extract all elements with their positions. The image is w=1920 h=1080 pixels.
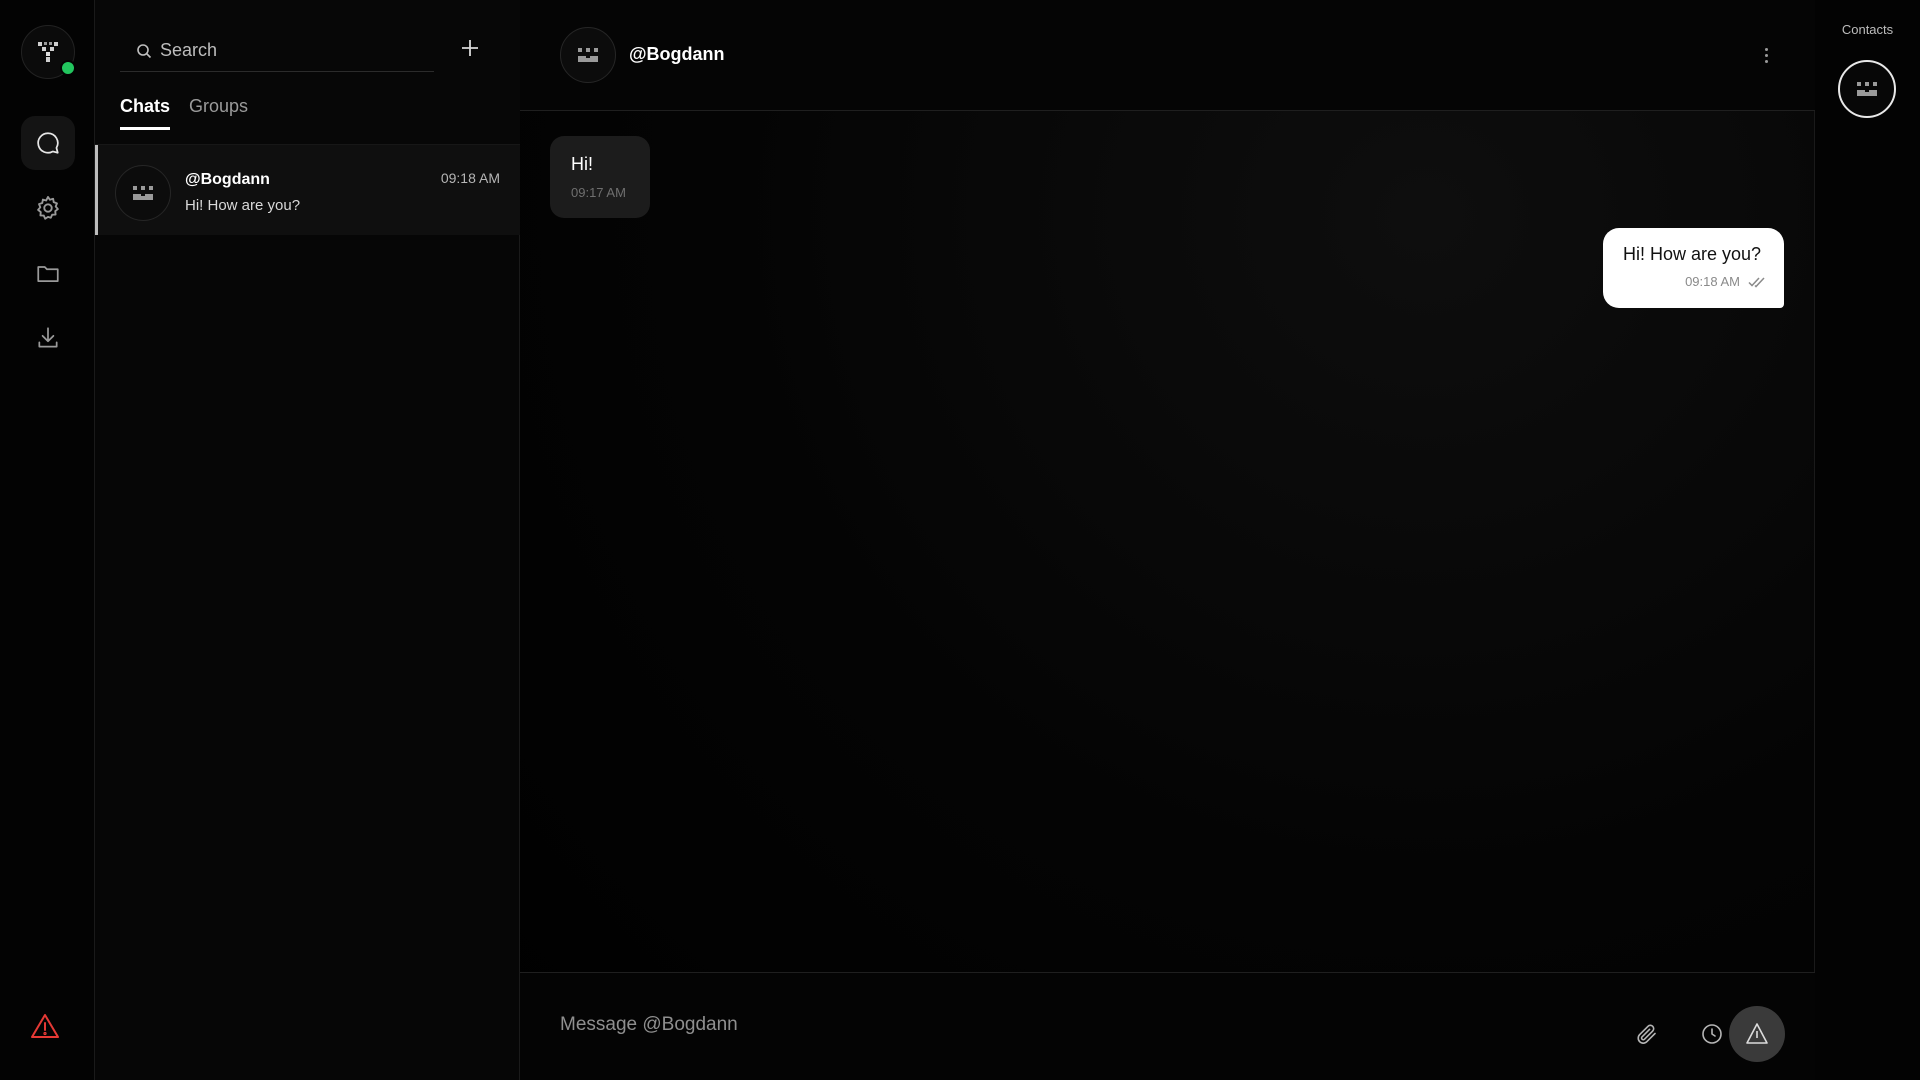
- plus-icon: [462, 40, 478, 56]
- tab-chats[interactable]: Chats: [120, 96, 171, 130]
- clock-icon: [1702, 1024, 1722, 1044]
- outgoing-message[interactable]: Hi! How are you? 09:18 AM: [1603, 228, 1784, 308]
- message-text: Hi! How are you?: [1623, 244, 1762, 264]
- chat-time: 09:18 AM: [440, 170, 500, 186]
- send-button[interactable]: [1729, 1006, 1785, 1062]
- tab-groups[interactable]: Groups: [189, 96, 248, 117]
- download-icon: [38, 327, 58, 348]
- pixel-avatar-icon: [133, 186, 153, 200]
- incoming-message[interactable]: Hi! 09:17 AM: [550, 136, 650, 218]
- double-check-icon: [1748, 276, 1765, 288]
- rail-chats-button[interactable]: [21, 116, 75, 170]
- conversation-avatar[interactable]: [560, 27, 616, 83]
- warning-icon: [31, 1014, 59, 1038]
- folder-icon: [37, 266, 59, 282]
- conversation-panel: @Bogdann Hi! 09:17 AM Hi! How are you? 0…: [520, 0, 1815, 1080]
- kebab-dot-icon: [1764, 59, 1768, 63]
- message-time: 09:18 AM: [1685, 274, 1740, 289]
- pixel-avatar-icon: [578, 48, 598, 62]
- rail-files-button[interactable]: [21, 246, 75, 300]
- conversation-title: @Bogdann: [629, 44, 725, 64]
- kebab-dot-icon: [1764, 47, 1768, 51]
- app-logo[interactable]: [21, 25, 76, 79]
- conversation-header: @Bogdann: [520, 0, 1815, 111]
- paperclip-icon: [1637, 1024, 1656, 1044]
- new-chat-button[interactable]: [455, 33, 485, 63]
- search-input[interactable]: Search: [160, 40, 217, 61]
- chat-last-message: Hi! How are you?: [185, 197, 301, 214]
- chat-list-header: Search Chats Groups: [95, 0, 520, 145]
- online-status-indicator: [60, 60, 76, 76]
- attach-button[interactable]: [1632, 1019, 1662, 1049]
- chat-list-panel: Search Chats Groups @Bogdann Hi! How are…: [95, 0, 520, 1080]
- chat-list-item[interactable]: @Bogdann Hi! How are you? 09:18 AM: [95, 145, 520, 235]
- search-bar[interactable]: Search: [120, 30, 434, 72]
- kebab-dot-icon: [1764, 53, 1768, 57]
- rail-downloads-button[interactable]: [21, 311, 75, 365]
- message-text: Hi!: [571, 154, 593, 174]
- contacts-title: Contacts: [1841, 22, 1894, 37]
- chat-bubble-icon: [37, 132, 59, 154]
- gear-icon: [37, 195, 59, 220]
- send-icon: [1746, 1023, 1768, 1044]
- avatar: [115, 165, 171, 221]
- more-options-button[interactable]: [1756, 40, 1776, 70]
- schedule-button[interactable]: [1697, 1019, 1727, 1049]
- app-logo-icon: [38, 42, 58, 62]
- message-composer: [520, 972, 1815, 1080]
- nav-rail: [0, 0, 95, 1080]
- search-icon: [137, 43, 152, 58]
- chat-name: @Bogdann: [185, 171, 270, 188]
- message-input[interactable]: [560, 1007, 1560, 1043]
- message-time: 09:17 AM: [571, 185, 626, 200]
- contact-avatar[interactable]: [1838, 60, 1896, 118]
- rail-settings-button[interactable]: [21, 181, 75, 235]
- pixel-avatar-icon: [1857, 82, 1877, 96]
- contacts-panel: Contacts: [1815, 0, 1920, 1080]
- warning-button[interactable]: [30, 1012, 64, 1044]
